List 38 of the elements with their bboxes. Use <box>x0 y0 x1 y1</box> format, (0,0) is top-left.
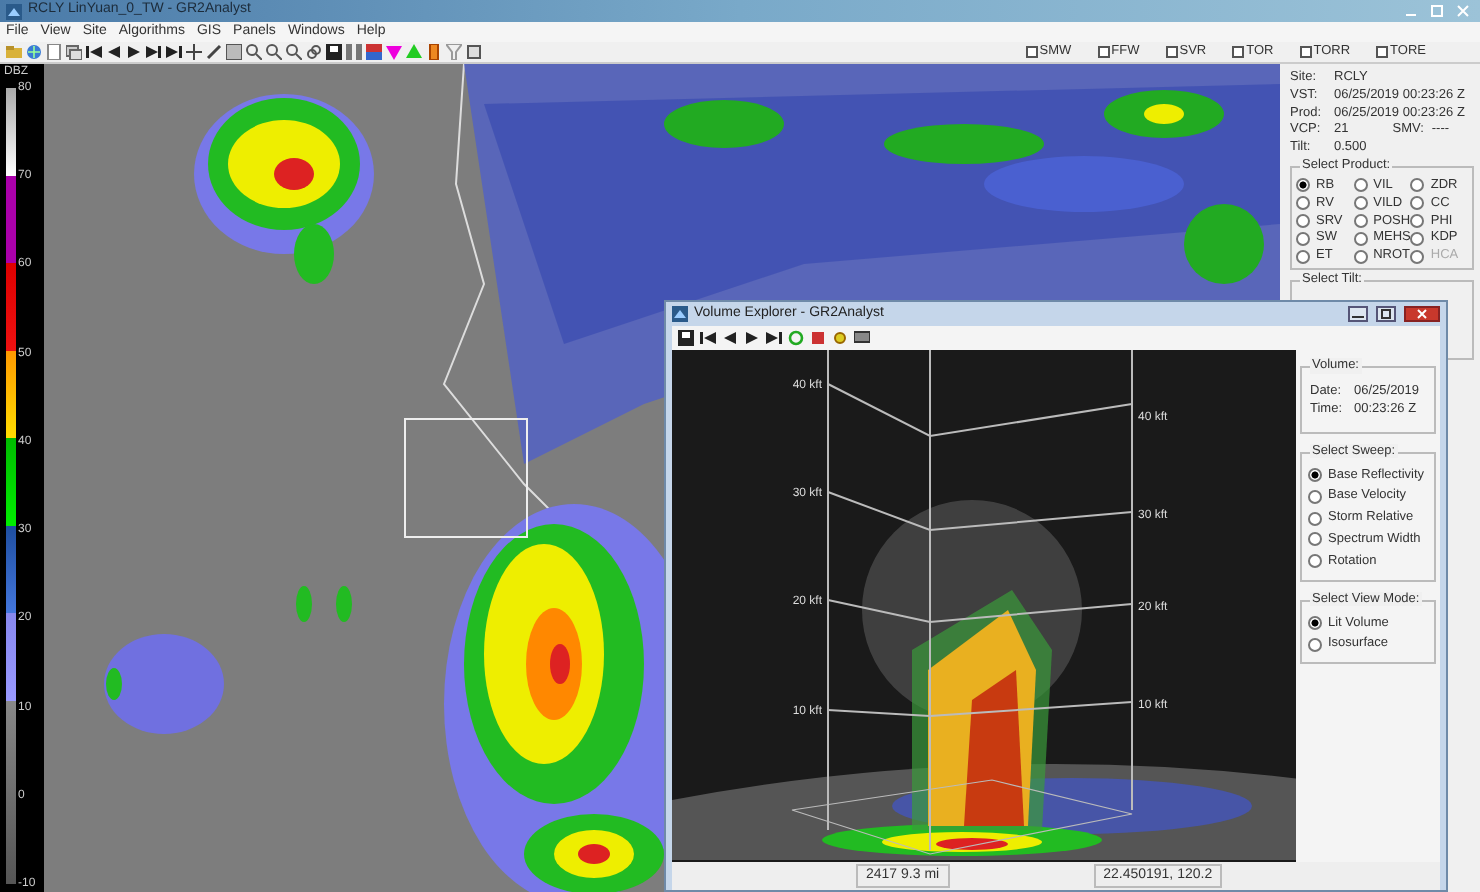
cube-icon[interactable] <box>810 330 826 346</box>
close-icon <box>1456 4 1470 18</box>
zoom-out-icon[interactable] <box>266 44 282 60</box>
selection-box[interactable] <box>404 418 528 538</box>
skip-forward-icon[interactable] <box>166 44 182 60</box>
crosshair-icon[interactable] <box>186 44 202 60</box>
radar-echo <box>336 586 352 622</box>
layers-icon[interactable] <box>66 44 82 60</box>
ruler-icon[interactable] <box>206 44 222 60</box>
skip-back-icon[interactable] <box>86 44 102 60</box>
close-icon[interactable] <box>1404 306 1440 322</box>
save-icon[interactable] <box>326 44 342 60</box>
sun-icon[interactable] <box>832 330 848 346</box>
skip-back-icon[interactable] <box>700 330 716 346</box>
minimize-icon[interactable] <box>1348 306 1368 322</box>
step-back-icon[interactable] <box>106 44 122 60</box>
triangle-down-icon[interactable] <box>386 44 402 60</box>
open-folder-icon[interactable] <box>6 44 22 60</box>
globe-icon[interactable] <box>26 44 42 60</box>
link-icon[interactable] <box>306 44 322 60</box>
radar-echo <box>296 586 312 622</box>
split-view-icon[interactable] <box>346 44 362 60</box>
zoom-in-icon[interactable] <box>246 44 262 60</box>
zoom-reset-icon[interactable] <box>286 44 302 60</box>
radar-echo <box>104 634 224 734</box>
app-icon <box>6 3 22 19</box>
play-icon[interactable] <box>744 330 760 346</box>
step-forward-icon[interactable] <box>146 44 162 60</box>
app-icon <box>672 306 688 322</box>
save-icon[interactable] <box>678 330 694 346</box>
box-icon[interactable] <box>466 44 482 60</box>
monitor-icon[interactable] <box>854 330 870 346</box>
color-table-icon[interactable] <box>366 44 382 60</box>
refresh-icon[interactable] <box>788 330 804 346</box>
step-back-icon[interactable] <box>722 330 738 346</box>
skip-forward-icon[interactable] <box>766 330 782 346</box>
maximize-icon[interactable] <box>1376 306 1396 322</box>
maximize-icon <box>1430 4 1444 18</box>
